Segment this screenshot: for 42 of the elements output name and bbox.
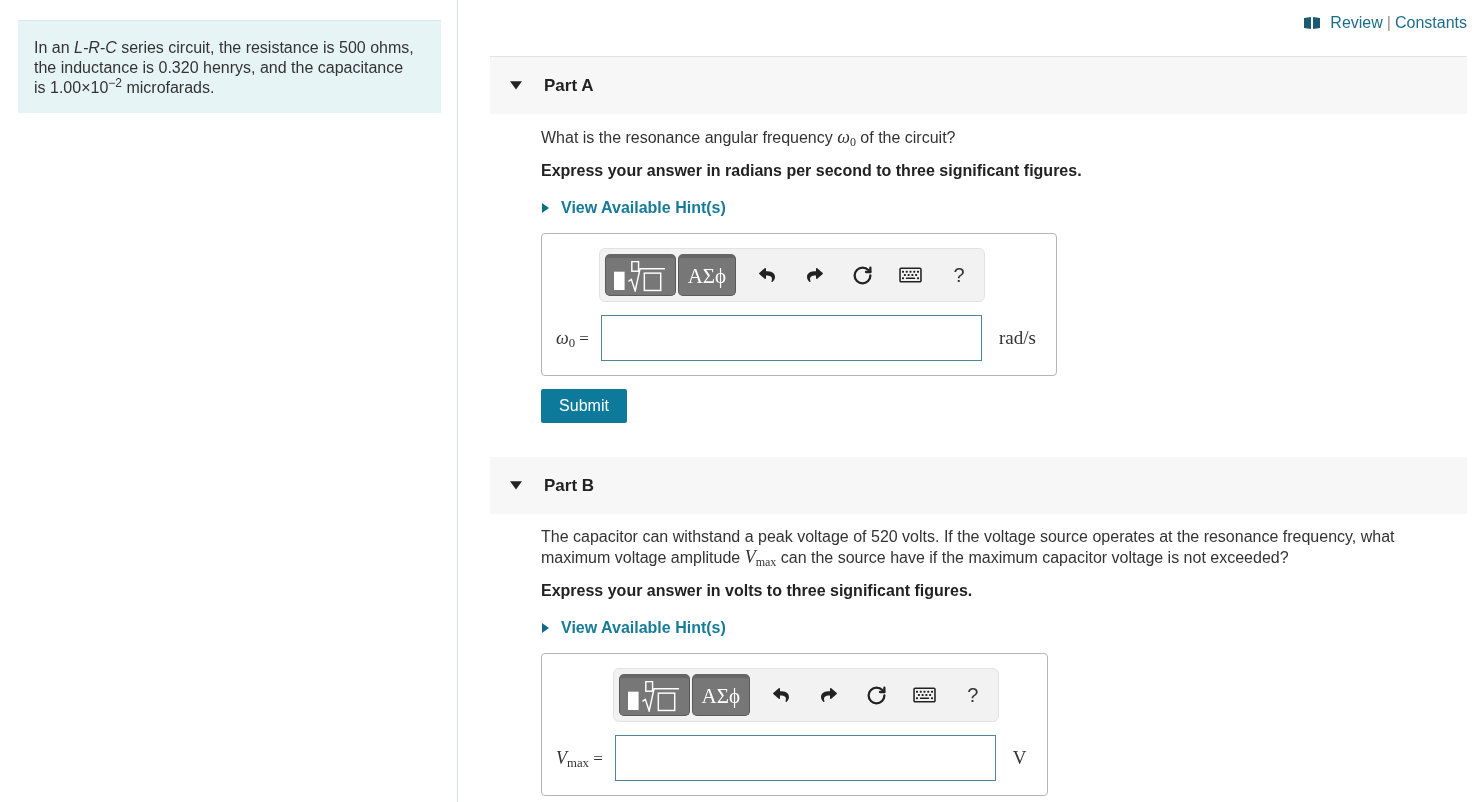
instruction-text: Express your answer in volts to three significant figures. bbox=[541, 581, 973, 601]
book-icon bbox=[1304, 17, 1321, 29]
part-title: Part B bbox=[544, 474, 595, 497]
header-link[interactable]: Constants bbox=[1394, 13, 1467, 33]
part-header[interactable]: Part A bbox=[490, 57, 1467, 114]
fraction-root-template-icon bbox=[628, 681, 681, 712]
hint-link[interactable]: View Available Hint(s) bbox=[561, 618, 726, 638]
redo-icon[interactable] bbox=[819, 687, 838, 703]
collapse-caret-icon[interactable] bbox=[510, 79, 522, 92]
header-link[interactable]: Review bbox=[1330, 13, 1383, 33]
unit-label: rad/s bbox=[998, 328, 1036, 348]
answer-field[interactable] bbox=[600, 315, 982, 361]
instruction-text: Express your answer in radians per second to three significant figures. bbox=[541, 161, 1082, 181]
reset-icon[interactable] bbox=[866, 684, 888, 706]
question-text: What is the resonance angular frequency ω$_{0}$ of the circuit? bbox=[541, 127, 956, 148]
collapse-caret-icon[interactable] bbox=[510, 479, 522, 492]
answer-field[interactable] bbox=[614, 735, 996, 781]
template-button[interactable] bbox=[604, 254, 676, 296]
reset-icon[interactable] bbox=[852, 264, 874, 286]
keyboard-icon[interactable] bbox=[898, 265, 924, 285]
undo-icon[interactable] bbox=[757, 267, 776, 283]
unit-label: V bbox=[1012, 748, 1027, 768]
keyboard-icon[interactable] bbox=[912, 685, 938, 705]
submit-button[interactable]: Submit bbox=[541, 389, 627, 423]
problem-text: In an L-R-C series circuit, the resistance is 500 ohms, the inductance is 0.320 henrys, and the capacitance is 1.00×10$^{−2}$ microfarads. bbox=[18, 20, 441, 113]
greek-letters-button[interactable]: ΑΣϕ bbox=[677, 254, 736, 296]
redo-icon[interactable] bbox=[805, 267, 824, 283]
hint-link[interactable]: View Available Hint(s) bbox=[561, 198, 726, 218]
template-button[interactable] bbox=[618, 674, 690, 716]
help-button[interactable]: ? bbox=[934, 254, 983, 296]
hint-caret-icon[interactable] bbox=[541, 202, 551, 214]
hint-caret-icon[interactable] bbox=[541, 622, 551, 634]
help-button[interactable]: ? bbox=[948, 674, 997, 716]
greek-letters-button[interactable]: ΑΣϕ bbox=[691, 674, 750, 716]
answer-label: V$_{max}$ = bbox=[556, 747, 603, 769]
question-text: The capacitor can withstand a peak voltage of 520 volts. If the voltage source operates at the resonance frequency, what maximum voltage amplitude V$_{max}$ can the source have if the maximum capacitor voltage is not exceeded? bbox=[541, 527, 1396, 568]
part-title: Part A bbox=[544, 74, 594, 97]
fraction-root-template-icon bbox=[614, 261, 667, 292]
undo-icon[interactable] bbox=[771, 687, 790, 703]
link-separator: | bbox=[1386, 13, 1391, 33]
part-header[interactable]: Part B bbox=[490, 457, 1467, 514]
answer-label: ω$_{0}$ = bbox=[556, 327, 589, 349]
